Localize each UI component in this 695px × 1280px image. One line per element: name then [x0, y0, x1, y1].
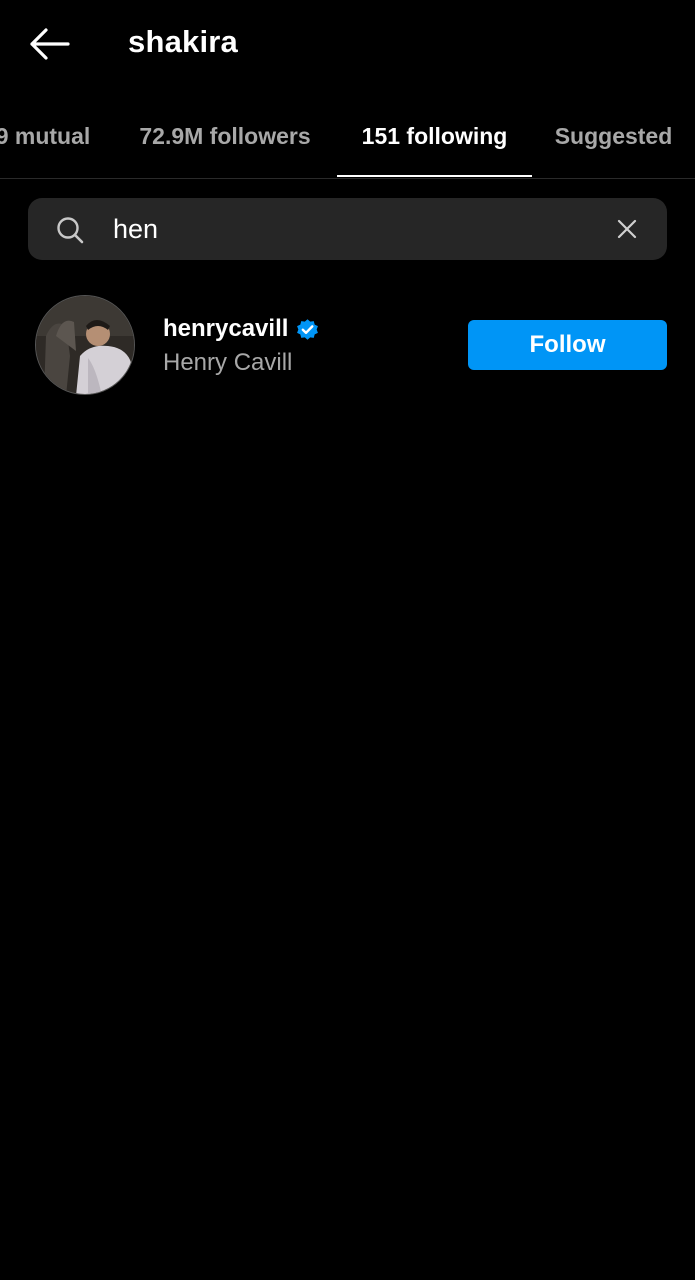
follow-button[interactable]: Follow: [468, 320, 667, 370]
username[interactable]: henrycavill: [163, 314, 288, 344]
full-name: Henry Cavill: [163, 349, 293, 376]
tab-bar: 9 mutual 72.9M followers 151 following S…: [0, 96, 695, 179]
arrow-left-icon: [30, 28, 70, 60]
search-input[interactable]: [113, 208, 593, 250]
profile-photo: [36, 296, 134, 394]
username-line: henrycavill: [163, 314, 320, 344]
back-button[interactable]: [22, 22, 76, 66]
tab-suggested[interactable]: Suggested: [544, 96, 683, 176]
close-icon: [617, 219, 637, 239]
tab-following[interactable]: 151 following: [337, 96, 532, 176]
tab-mutual[interactable]: 9 mutual: [0, 96, 98, 176]
tab-followers[interactable]: 72.9M followers: [118, 96, 332, 176]
clear-search-button[interactable]: [612, 214, 642, 244]
verified-badge-icon: [297, 318, 319, 340]
top-bar: shakira: [0, 0, 695, 88]
search-bar[interactable]: [28, 198, 667, 260]
avatar[interactable]: [35, 295, 135, 395]
page-title: shakira: [128, 24, 238, 59]
search-icon: [57, 217, 84, 244]
list-item[interactable]: henrycavill Henry Cavill Follow: [0, 290, 695, 400]
active-tab-indicator: [337, 175, 532, 177]
